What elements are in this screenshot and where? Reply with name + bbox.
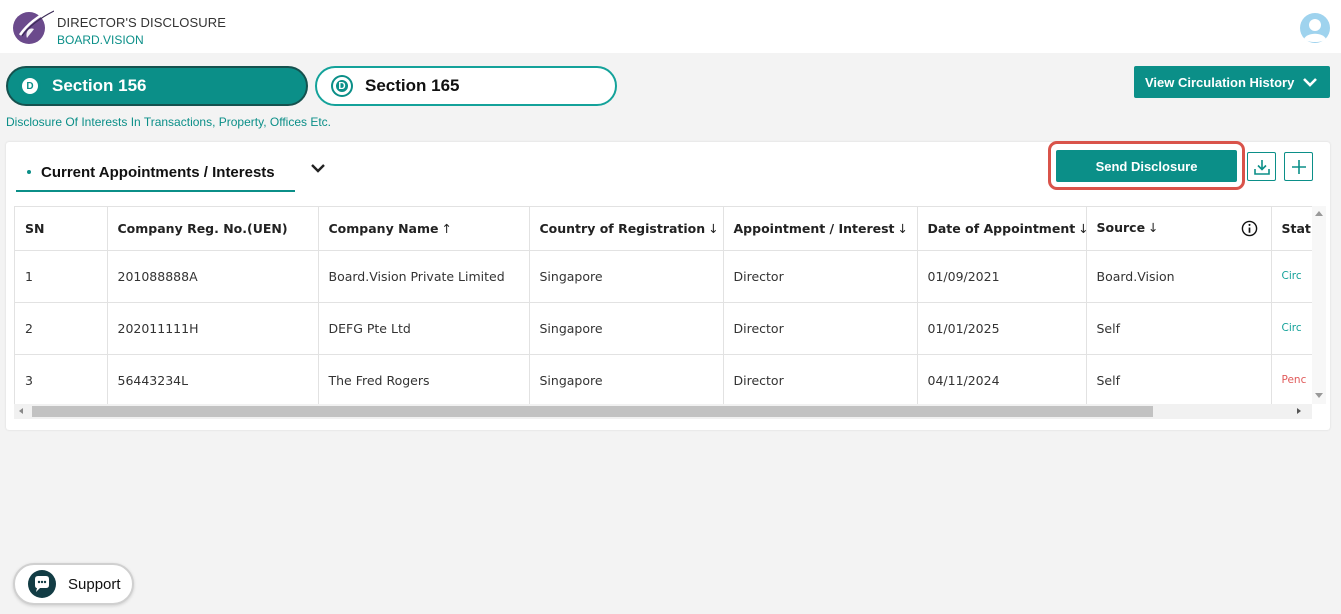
scroll-right-icon[interactable]: [1297, 408, 1301, 414]
cell-date: 01/01/2025: [917, 302, 1087, 355]
scroll-left-icon[interactable]: [19, 408, 23, 414]
sort-down-icon[interactable]: ↓: [1078, 221, 1085, 236]
table-row[interactable]: 1 201088888A Board.Vision Private Limite…: [15, 250, 1312, 303]
column-header-status[interactable]: Stat: [1271, 207, 1312, 251]
support-button[interactable]: Support: [13, 563, 134, 605]
tab-section-165[interactable]: D Section 165: [315, 66, 617, 106]
tab-current-appointments[interactable]: Current Appointments / Interests: [16, 154, 295, 192]
cell-appointment: Director: [723, 354, 918, 404]
cell-uen: 202011111H: [107, 302, 319, 355]
app-title: DIRECTOR'S DISCLOSURE: [57, 15, 227, 30]
column-header-date[interactable]: Date of Appointment↓: [917, 207, 1087, 251]
app-subtitle: BOARD.VISION: [57, 33, 144, 47]
cell-source: Board.Vision: [1086, 250, 1272, 303]
cell-country: Singapore: [529, 354, 724, 404]
column-header-sn[interactable]: SN: [15, 207, 108, 251]
cell-uen: 56443234L: [107, 354, 319, 404]
chevron-down-icon[interactable]: [309, 160, 327, 176]
column-header-appointment[interactable]: Appointment / Interest ↓: [723, 207, 918, 251]
user-avatar-icon[interactable]: [1300, 13, 1330, 43]
cell-status: Circ: [1271, 302, 1312, 355]
board-vision-logo-icon: [13, 7, 54, 44]
table-row[interactable]: 3 56443234L The Fred Rogers Singapore Di…: [15, 354, 1312, 404]
column-header-source[interactable]: Source ↓: [1086, 207, 1272, 251]
cell-sn: 2: [15, 302, 108, 355]
scroll-down-icon[interactable]: [1315, 393, 1323, 398]
cell-appointment: Director: [723, 302, 918, 355]
section-badge-icon: D: [333, 77, 351, 95]
tab-label: Section 165: [365, 76, 460, 95]
cell-status: Circ: [1271, 250, 1312, 303]
chat-icon: [28, 570, 56, 598]
cell-company-name: The Fred Rogers: [318, 354, 530, 404]
sort-down-icon[interactable]: ↓: [708, 221, 718, 236]
appointments-panel: Current Appointments / Interests Send Di…: [6, 141, 1330, 430]
download-button[interactable]: [1247, 152, 1276, 181]
cell-country: Singapore: [529, 250, 724, 303]
plus-icon: [1291, 159, 1306, 174]
sort-up-icon[interactable]: ↑: [441, 221, 451, 236]
table-header-row: SN Company Reg. No.(UEN) Company Name ↑ C…: [15, 207, 1312, 251]
cell-sn: 1: [15, 250, 108, 303]
cell-date: 01/09/2021: [917, 250, 1087, 303]
history-button-label: View Circulation History: [1145, 74, 1295, 90]
appointments-table: SN Company Reg. No.(UEN) Company Name ↑ C…: [14, 206, 1312, 404]
chevron-down-icon: [1303, 78, 1317, 87]
column-header-country[interactable]: Country of Registration ↓: [529, 207, 724, 251]
cell-sn: 3: [15, 354, 108, 404]
info-icon[interactable]: [1241, 220, 1258, 237]
tab-section-156[interactable]: D Section 156: [6, 66, 308, 106]
cell-source: Self: [1086, 302, 1272, 355]
column-header-uen[interactable]: Company Reg. No.(UEN): [107, 207, 319, 251]
scrollbar-thumb[interactable]: [32, 406, 1153, 417]
cell-company-name: DEFG Pte Ltd: [318, 302, 530, 355]
download-icon: [1253, 159, 1270, 175]
horizontal-scrollbar[interactable]: [14, 404, 1312, 419]
support-label: Support: [68, 575, 121, 593]
section-badge-icon: D: [22, 78, 38, 94]
column-header-company-name[interactable]: Company Name ↑: [318, 207, 530, 251]
cell-source: Self: [1086, 354, 1272, 404]
scroll-up-icon[interactable]: [1315, 211, 1323, 216]
tab-label: Section 156: [52, 76, 147, 95]
bullet-icon: [27, 170, 31, 174]
send-disclosure-button[interactable]: Send Disclosure: [1056, 150, 1237, 182]
cell-date: 04/11/2024: [917, 354, 1087, 404]
cell-uen: 201088888A: [107, 250, 319, 303]
view-circulation-history-button[interactable]: View Circulation History: [1134, 66, 1330, 98]
cell-status: Penc: [1271, 354, 1312, 404]
vertical-scrollbar[interactable]: [1312, 206, 1326, 404]
table-row[interactable]: 2 202011111H DEFG Pte Ltd Singapore Dire…: [15, 302, 1312, 355]
panel-tab-label: Current Appointments / Interests: [41, 163, 275, 181]
sort-down-icon[interactable]: ↓: [898, 221, 908, 236]
cell-company-name: Board.Vision Private Limited: [318, 250, 530, 303]
section-description: Disclosure Of Interests In Transactions,…: [6, 115, 332, 129]
sort-down-icon[interactable]: ↓: [1148, 220, 1158, 235]
cell-appointment: Director: [723, 250, 918, 303]
top-bar: DIRECTOR'S DISCLOSURE BOARD.VISION: [0, 0, 1341, 53]
add-button[interactable]: [1284, 152, 1313, 181]
cell-country: Singapore: [529, 302, 724, 355]
